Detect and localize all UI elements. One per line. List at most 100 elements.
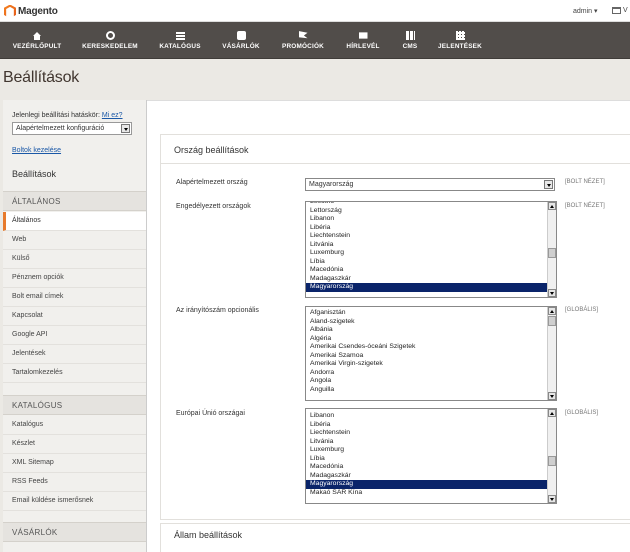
nav-label: KATALÓGUS [159,43,201,50]
sidebar-item-contacts[interactable]: Kapcsolat [3,307,146,326]
scope-tag: [BOLT NÉZET] [565,179,605,185]
listbox-option[interactable]: Andorra [306,369,548,378]
scroll-thumb[interactable] [548,248,556,258]
nav-reports[interactable]: JELENTÉSEK [437,22,483,59]
scroll-down-arrow-icon[interactable] [548,392,556,400]
listbox-option[interactable]: Amerikai Szamoa [306,352,548,361]
sidebar-item-design[interactable]: Külső [3,250,146,269]
section-title-country[interactable]: Ország beállítások [174,145,249,155]
store-icon[interactable] [612,7,621,14]
listbox-option[interactable]: Algéria [306,335,548,344]
listbox-option[interactable]: Anguilla [306,386,548,395]
scope-label-text: Jelenlegi beállítási hatáskör: [12,112,100,119]
nav-cms[interactable]: CMS [398,22,422,59]
magento-logo-icon [4,4,16,17]
store-view-label[interactable]: V [623,7,628,14]
sidebar-item-reports[interactable]: Jelentések [3,345,146,364]
listbox-option[interactable]: Libéria [306,421,548,430]
nav-newsletter[interactable]: HÍRLEVÉL [343,22,383,59]
scope-help-link[interactable]: Mi ez? [102,112,123,119]
sidebar-item-web[interactable]: Web [3,231,146,250]
nav-promotions[interactable]: PROMÓCIÓK [278,22,328,59]
listbox-option[interactable]: Makaó SAR Kína [306,489,548,498]
scroll-up-arrow-icon[interactable] [548,307,556,315]
listbox-options: Afganisztán Aland-szigetek Albánia Algéria A… [306,309,548,394]
listbox-option[interactable]: Libanon [306,412,548,421]
listbox-option[interactable]: Madagaszkár [306,472,548,481]
default-country-label: Alapértelmezett ország [176,179,248,186]
listbox-option[interactable]: Aland-szigetek [306,318,548,327]
sidebar-item-xml-sitemap[interactable]: XML Sitemap [3,454,146,473]
listbox-option[interactable]: Madagaszkár [306,275,548,284]
nav-label: HÍRLEVÉL [346,43,380,50]
sidebar-item-store-email[interactable]: Bolt email címek [3,288,146,307]
nav-catalog[interactable]: KATALÓGUS [155,22,205,59]
listbox-option[interactable]: Líbia [306,258,548,267]
manage-stores-link[interactable]: Boltok kezelése [12,147,61,154]
sidebar-item-google-api[interactable]: Google API [3,326,146,345]
listbox-option[interactable]: Luxemburg [306,446,548,455]
cart-icon [105,31,115,40]
listbox-option[interactable]: Litvánia [306,241,548,250]
listbox-option[interactable]: Macedónia [306,266,548,275]
listbox-option[interactable]: Albánia [306,326,548,335]
home-icon [33,31,41,36]
catalog-icon [175,31,185,40]
default-country-select[interactable]: Magyarország [305,178,555,191]
nav-sales[interactable]: KERESKEDELEM [80,22,140,59]
sidebar-item-currency[interactable]: Pénznem opciók [3,269,146,288]
reports-icon [455,31,465,40]
listbox-option[interactable]: Afganisztán [306,309,548,318]
optional-zip-countries-listbox[interactable]: Afganisztán Aland-szigetek Albánia Algéria A… [305,306,557,401]
listbox-option[interactable]: Litvánia [306,438,548,447]
sidebar-item-general[interactable]: Általános [3,212,146,231]
sidebar-item-inventory[interactable]: Készlet [3,435,146,454]
listbox-option[interactable]: Amerikai Csendes-óceáni Szigetek [306,343,548,352]
listbox-options: Libanon Libéria Liechtenstein Litvánia Luxem… [306,412,548,497]
scope-label: Jelenlegi beállítási hatáskör: Mi ez? [12,112,123,119]
sidebar-item-email-friend[interactable]: Email küldése ismerősnek [3,492,146,511]
nav-customers[interactable]: VÁSÁRLÓK [218,22,264,59]
sidebar-item-content-management[interactable]: Tartalomkezelés [3,364,146,383]
allowed-countries-label: Engedélyezett országok [176,203,251,210]
sidebar-item-catalog[interactable]: Katalógus [3,416,146,435]
admin-user-menu[interactable]: admin ▾ [573,7,598,15]
listbox-option[interactable]: Magyarország [306,480,548,489]
nav-label: JELENTÉSEK [438,43,482,50]
listbox-option[interactable]: Angola [306,377,548,386]
listbox-scrollbar[interactable] [547,409,556,503]
listbox-option[interactable]: Amerikai Virgin-szigetek [306,360,548,369]
nav-dashboard[interactable]: VEZÉRLŐPULT [11,22,63,59]
eu-countries-listbox[interactable]: Libanon Libéria Liechtenstein Litvánia Luxem… [305,408,557,504]
listbox-option[interactable]: Libanon [306,215,548,224]
listbox-option[interactable]: Libéria [306,224,548,233]
allowed-countries-listbox[interactable]: Lesotho Lettország Libanon Libéria Liechtens… [305,201,557,298]
listbox-option[interactable]: Liechtenstein [306,429,548,438]
sidebar-group-catalog[interactable]: KATALÓGUS [3,395,146,415]
sidebar-group-general[interactable]: ÁLTALÁNOS [3,191,146,211]
listbox-scrollbar[interactable] [547,202,556,297]
nav-label: VÁSÁRLÓK [222,43,260,50]
scroll-up-arrow-icon[interactable] [548,409,556,417]
envelope-icon [358,32,368,39]
section-title-state[interactable]: Állam beállítások [174,530,242,540]
listbox-option[interactable]: Liechtenstein [306,232,548,241]
scope-switcher-select[interactable]: Alapértelmezett konfiguráció [12,122,132,135]
listbox-option[interactable]: Magyarország [306,283,548,292]
logo-text: Magento [18,5,58,17]
listbox-scrollbar[interactable] [547,307,556,400]
nav-label: KERESKEDELEM [82,43,138,50]
sidebar-item-rss-feeds[interactable]: RSS Feeds [3,473,146,492]
sidebar-group-customers[interactable]: VÁSÁRLÓK [3,522,146,542]
listbox-option[interactable]: Luxemburg [306,249,548,258]
listbox-option[interactable]: Líbia [306,455,548,464]
scroll-down-arrow-icon[interactable] [548,495,556,503]
listbox-option[interactable]: Macedónia [306,463,548,472]
scroll-thumb[interactable] [548,456,556,466]
config-sidebar: Jelenlegi beállítási hatáskör: Mi ez? Al… [3,100,147,552]
listbox-option[interactable]: Lettország [306,207,548,216]
scroll-thumb[interactable] [548,316,556,326]
magento-logo[interactable]: Magento [4,4,58,18]
scroll-down-arrow-icon[interactable] [548,289,556,297]
scroll-up-arrow-icon[interactable] [548,202,556,210]
